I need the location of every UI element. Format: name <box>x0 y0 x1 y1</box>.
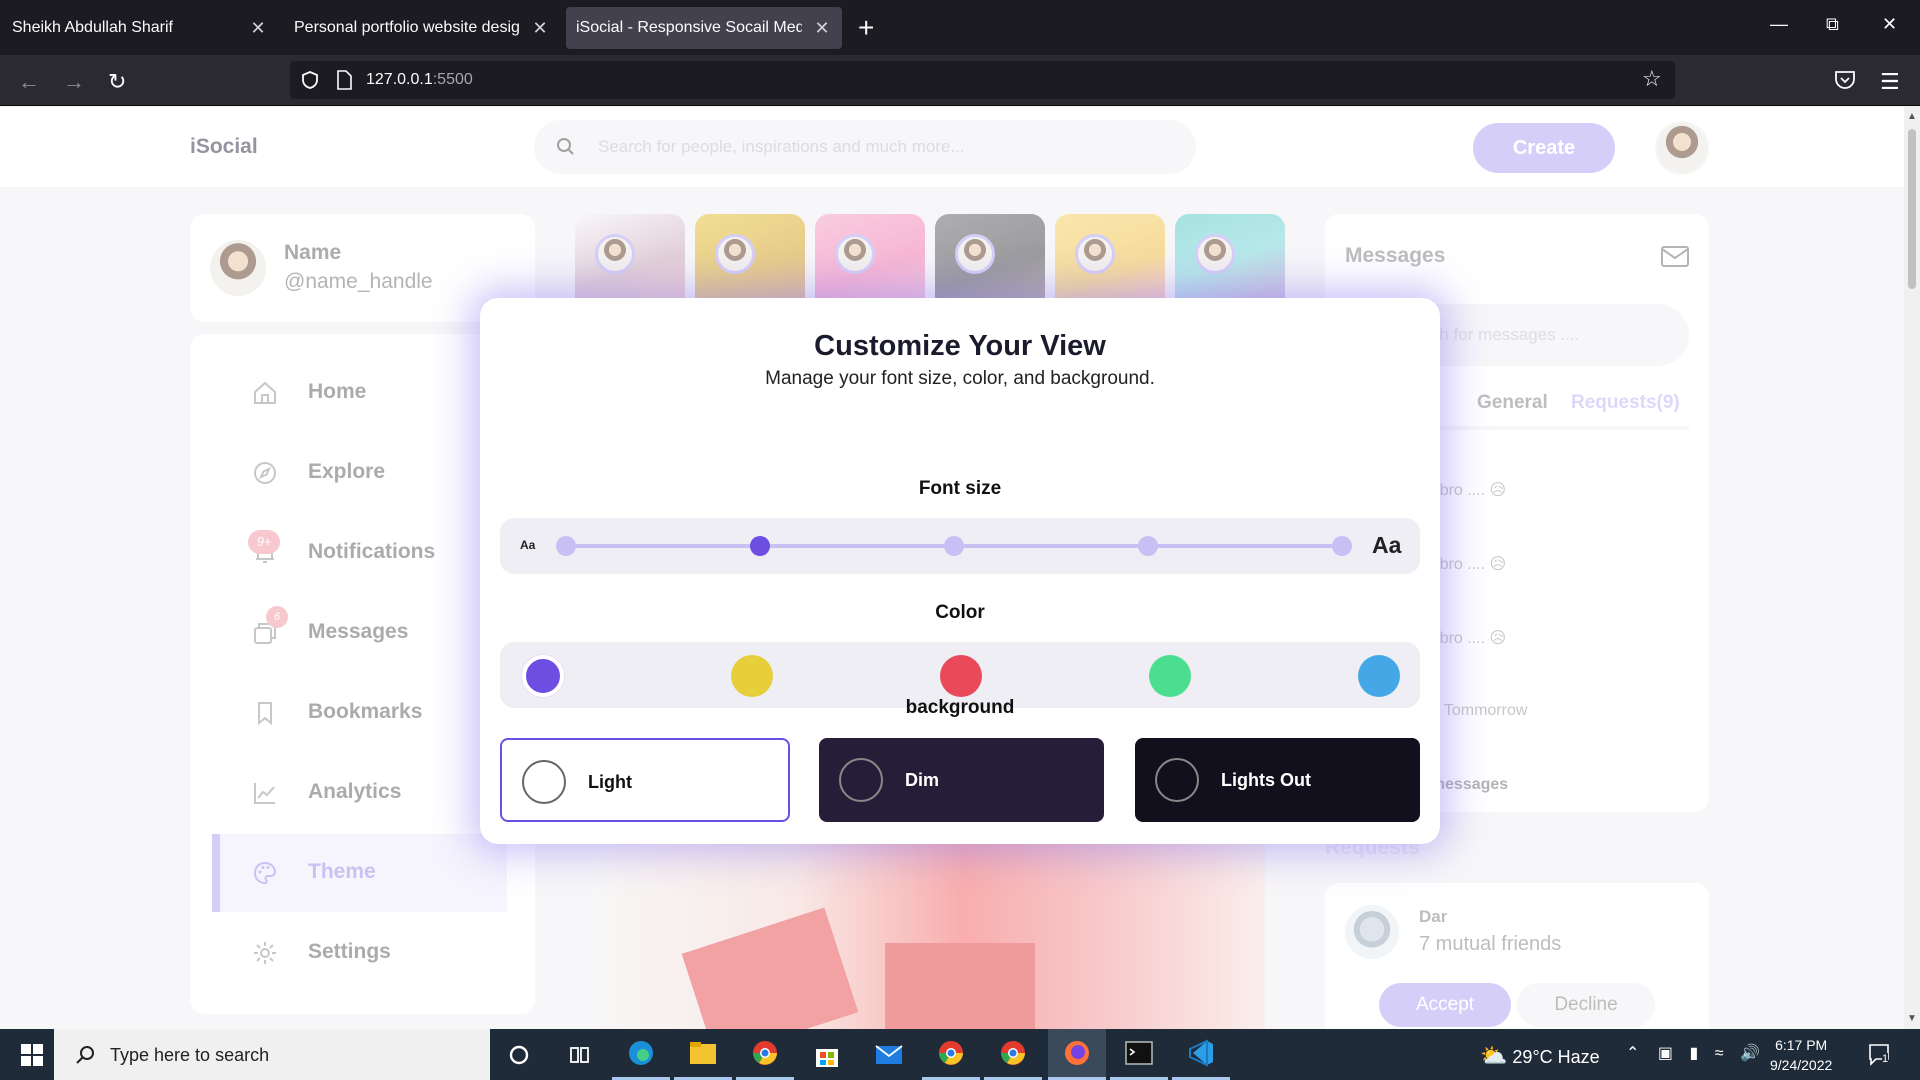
clock-date: 9/24/2022 <box>1770 1057 1833 1073</box>
browser-tab-active[interactable]: iSocial - Responsive Socail Media W ✕ <box>566 7 842 49</box>
url-host: 127.0.0.1 <box>366 71 433 88</box>
chrome-icon[interactable] <box>922 1029 980 1080</box>
customize-theme-modal: Customize Your View Manage your font siz… <box>480 298 1440 844</box>
page-scrollbar[interactable]: ▲ ▼ <box>1904 107 1920 1029</box>
color-swatch[interactable] <box>940 655 982 697</box>
browser-tab[interactable]: Personal portfolio website design ✕ <box>284 7 560 49</box>
new-tab-button[interactable]: + <box>858 12 874 44</box>
background-lights-out-option[interactable]: Lights Out <box>1135 738 1420 822</box>
bookmark-star-icon[interactable]: ☆ <box>1642 66 1662 92</box>
font-size-step[interactable] <box>556 536 576 556</box>
cortana-icon[interactable] <box>490 1029 548 1080</box>
shield-icon[interactable] <box>300 70 320 90</box>
page-viewport: iSocial Create Name @name_handle Home Ex… <box>0 107 1904 1029</box>
tab-title: iSocial - Responsive Socail Media W <box>576 19 802 36</box>
color-swatch[interactable] <box>1149 655 1191 697</box>
weather-text: 29°C Haze <box>1512 1047 1600 1067</box>
wifi-icon[interactable]: ≈ <box>1715 1045 1724 1062</box>
weather-haze-icon: ⛅ <box>1480 1043 1508 1068</box>
url-port: :5500 <box>432 71 473 88</box>
taskbar-clock[interactable]: 6:17 PM 9/24/2022 <box>1770 1035 1832 1075</box>
system-tray: ⌃ ▣ ▮ ≈ 🔊 <box>1626 1043 1760 1063</box>
modal-title: Customize Your View <box>814 330 1106 362</box>
windows-taskbar: Type here to search ⛅ 29°C Haze ⌃ ▣ ▮ ≈ … <box>0 1029 1920 1080</box>
background-option-label: Lights Out <box>1221 770 1311 790</box>
mail-icon[interactable] <box>860 1029 918 1080</box>
background-light-option[interactable]: Light <box>500 738 790 822</box>
background-label: background <box>905 697 1015 718</box>
chevron-up-icon[interactable]: ⌃ <box>1626 1045 1639 1062</box>
font-size-small-label: Aa <box>520 538 536 552</box>
back-icon[interactable]: ← <box>18 69 40 95</box>
firefox-icon[interactable] <box>1048 1029 1106 1080</box>
notification-count: 1 <box>1882 1053 1889 1065</box>
meet-now-icon[interactable]: ▣ <box>1658 1045 1673 1062</box>
background-dim-option[interactable]: Dim <box>819 738 1104 822</box>
font-size-label: Font size <box>918 478 1002 499</box>
action-center-button[interactable]: 1 <box>1868 1043 1894 1072</box>
file-explorer-icon[interactable] <box>674 1029 732 1080</box>
battery-icon[interactable]: ▮ <box>1689 1045 1698 1062</box>
tab-title: Sheikh Abdullah Sharif <box>12 19 173 36</box>
font-size-selector: Aa Aa <box>500 518 1420 574</box>
color-swatch[interactable] <box>731 655 773 697</box>
minimize-icon[interactable]: — <box>1770 14 1788 35</box>
menu-icon[interactable]: ☰ <box>1880 69 1900 95</box>
terminal-icon[interactable] <box>1110 1029 1168 1080</box>
windows-start-icon[interactable] <box>20 1043 44 1067</box>
font-size-large-label: Aa <box>1372 532 1402 558</box>
reload-icon[interactable]: ↻ <box>108 69 126 95</box>
tab-close-icon[interactable]: ✕ <box>248 18 268 39</box>
search-icon <box>76 1046 94 1064</box>
edge-icon[interactable] <box>612 1029 670 1080</box>
scroll-down-icon[interactable]: ▼ <box>1907 1013 1917 1024</box>
color-swatch[interactable] <box>1358 655 1400 697</box>
page-icon <box>337 70 352 90</box>
browser-tab[interactable]: Sheikh Abdullah Sharif ✕ <box>2 7 278 49</box>
restore-icon[interactable]: ⧉ <box>1826 14 1839 35</box>
background-option-label: Dim <box>905 770 940 790</box>
window-close-icon[interactable]: ✕ <box>1882 14 1897 35</box>
background-option-label: Light <box>588 772 632 792</box>
tab-title: Personal portfolio website design <box>294 19 520 36</box>
pocket-icon[interactable] <box>1834 70 1856 90</box>
font-size-step[interactable] <box>944 536 964 556</box>
scroll-up-icon[interactable]: ▲ <box>1907 111 1917 122</box>
taskbar-search[interactable]: Type here to search <box>54 1029 490 1080</box>
volume-icon[interactable]: 🔊 <box>1740 1045 1760 1062</box>
chrome-icon[interactable] <box>736 1029 794 1080</box>
vscode-icon[interactable] <box>1172 1029 1230 1080</box>
color-swatch[interactable] <box>522 655 564 697</box>
url-text[interactable]: 127.0.0.1:5500 <box>366 71 473 89</box>
tab-close-icon[interactable]: ✕ <box>530 18 550 39</box>
browser-tab-bar: Sheikh Abdullah Sharif ✕ Personal portfo… <box>0 0 1920 55</box>
taskbar-search-placeholder: Type here to search <box>110 1045 270 1065</box>
modal-subtitle: Manage your font size, color, and backgr… <box>765 368 1155 389</box>
chrome-icon[interactable] <box>984 1029 1042 1080</box>
radio-icon <box>522 760 566 804</box>
weather-widget[interactable]: ⛅ 29°C Haze <box>1480 1043 1600 1069</box>
radio-icon <box>1155 758 1199 802</box>
task-view-icon[interactable] <box>550 1029 608 1080</box>
forward-icon[interactable]: → <box>63 69 85 95</box>
clock-time: 6:17 PM <box>1775 1037 1828 1053</box>
scrollbar-thumb[interactable] <box>1908 129 1916 289</box>
radio-icon <box>839 758 883 802</box>
font-size-step[interactable] <box>1332 536 1352 556</box>
microsoft-store-icon[interactable] <box>798 1029 856 1080</box>
font-size-step[interactable] <box>1138 536 1158 556</box>
tab-close-icon[interactable]: ✕ <box>812 18 832 39</box>
font-size-step[interactable] <box>750 536 770 556</box>
color-label: Color <box>935 602 985 623</box>
notification-icon <box>1869 1044 1889 1066</box>
url-bar[interactable]: 127.0.0.1:5500 ☆ <box>290 61 1675 99</box>
browser-nav-bar: ← → ↻ 127.0.0.1:5500 ☆ ☰ <box>0 55 1920 106</box>
